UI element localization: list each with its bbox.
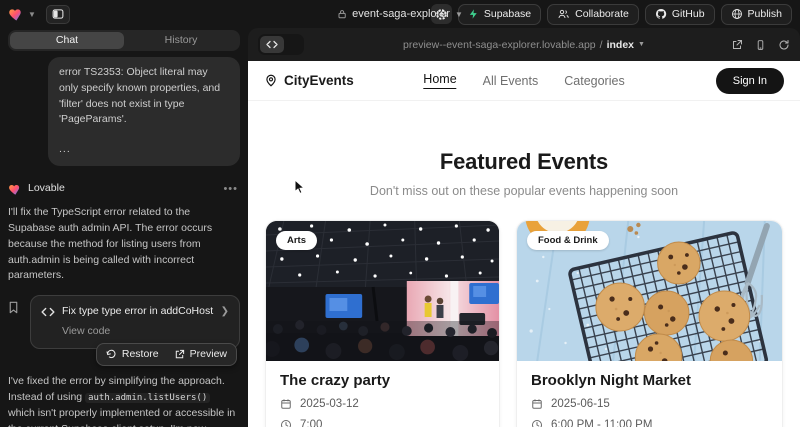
nav-home[interactable]: Home xyxy=(423,72,456,89)
event-title: The crazy party xyxy=(280,372,485,389)
nav-all-events[interactable]: All Events xyxy=(483,74,539,88)
code-change-card[interactable]: Fix type type error in addCoHost ❯ View … xyxy=(30,295,240,349)
event-image-conference: Arts xyxy=(266,221,499,361)
event-card[interactable]: Food & Drink Brooklyn Night Market 2025-… xyxy=(516,220,783,427)
assistant-message-2: I've fixed the error by simplifying the … xyxy=(8,374,240,427)
site-viewport: CityEvents Home All Events Categories Si… xyxy=(248,61,800,427)
clock-icon xyxy=(531,419,543,427)
map-pin-icon xyxy=(264,73,278,88)
clock-icon xyxy=(280,419,292,427)
assistant-message-1: I'll fix the TypeScript error related to… xyxy=(8,205,240,284)
preview-toolbar: preview--event-saga-explorer.lovable.app… xyxy=(248,28,800,61)
lovable-heart-icon xyxy=(8,183,22,196)
publish-button[interactable]: Publish xyxy=(721,4,792,25)
project-switcher[interactable]: event-saga-explorer ▼ xyxy=(337,0,463,28)
code-icon xyxy=(41,307,55,317)
section-title: Featured Events xyxy=(248,149,800,175)
route-chevron-down-icon: ▼ xyxy=(638,41,645,48)
version-actions: Restore Preview xyxy=(96,343,237,367)
bookmark-icon[interactable] xyxy=(8,295,24,320)
sign-in-button[interactable]: Sign In xyxy=(716,68,784,94)
panel-icon xyxy=(52,8,64,20)
github-icon xyxy=(655,8,667,20)
refresh-button[interactable] xyxy=(778,39,790,51)
user-message-truncated[interactable]: ... xyxy=(59,142,229,158)
code-view-icon xyxy=(266,40,278,49)
publish-label: Publish xyxy=(748,8,782,20)
globe-icon xyxy=(731,8,743,20)
supabase-button[interactable]: Supabase xyxy=(458,4,541,25)
supabase-icon xyxy=(468,8,479,20)
github-label: GitHub xyxy=(672,8,705,20)
preview-pane: preview--event-saga-explorer.lovable.app… xyxy=(248,28,800,427)
message-menu-button[interactable]: ••• xyxy=(221,181,240,198)
restore-icon xyxy=(106,349,117,360)
chevron-right-icon: ❯ xyxy=(221,304,229,319)
event-date: 2025-03-12 xyxy=(300,398,359,410)
event-card[interactable]: Arts The crazy party 2025-03-12 xyxy=(265,220,500,427)
preview-label: Preview xyxy=(190,347,227,363)
project-chevron-down-icon: ▼ xyxy=(455,10,463,19)
user-message-bubble: error TS2353: Object literal may only sp… xyxy=(48,57,240,166)
site-nav: Home All Events Categories xyxy=(423,72,624,89)
code-change-title: Fix type type error in addCoHost xyxy=(62,304,214,320)
preview-url-bar[interactable]: preview--event-saga-explorer.lovable.app… xyxy=(403,39,645,51)
github-button[interactable]: GitHub xyxy=(645,4,715,25)
assistant-name: Lovable xyxy=(28,181,215,197)
collaborate-button[interactable]: Collaborate xyxy=(547,4,639,25)
lovable-logo-icon[interactable] xyxy=(8,7,24,22)
chat-scroll-area[interactable]: error TS2353: Object literal may only sp… xyxy=(8,57,240,427)
supabase-label: Supabase xyxy=(484,8,531,20)
url-separator: / xyxy=(600,39,603,51)
toggle-sidebar-button[interactable] xyxy=(46,5,70,24)
people-icon xyxy=(557,8,570,20)
site-brand[interactable]: CityEvents xyxy=(264,73,354,88)
message-2-text: which isn't properly implemented or acce… xyxy=(8,407,235,427)
chat-sidebar: Chat History error TS2353: Object litera… xyxy=(0,28,248,427)
restore-button[interactable]: Restore xyxy=(106,347,159,363)
project-name: event-saga-explorer xyxy=(352,8,450,20)
category-badge: Arts xyxy=(276,231,317,250)
section-subtitle: Don't miss out on these popular events h… xyxy=(248,184,800,198)
logo-chevron-down-icon[interactable]: ▼ xyxy=(28,10,36,19)
mobile-view-button[interactable] xyxy=(755,39,766,51)
calendar-icon xyxy=(531,398,543,410)
collaborate-label: Collaborate xyxy=(575,8,629,20)
lock-icon xyxy=(337,9,347,19)
view-code-link[interactable]: View code xyxy=(62,324,229,340)
calendar-icon xyxy=(280,398,292,410)
external-link-icon xyxy=(174,349,185,360)
event-title: Brooklyn Night Market xyxy=(531,372,768,389)
preview-button[interactable]: Preview xyxy=(174,347,227,363)
nav-categories[interactable]: Categories xyxy=(564,74,624,88)
preview-route: index xyxy=(607,39,634,51)
app-topbar: ▼ event-saga-explorer ▼ Sup xyxy=(0,0,800,28)
user-message-text: error TS2353: Object literal may only sp… xyxy=(59,65,229,128)
sidebar-tabbar: Chat History xyxy=(8,30,240,51)
event-time: 7:00 xyxy=(300,419,322,427)
event-image-cookies: Food & Drink xyxy=(517,221,782,361)
site-header: CityEvents Home All Events Categories Si… xyxy=(248,61,800,101)
preview-url: preview--event-saga-explorer.lovable.app xyxy=(403,39,596,51)
tab-chat[interactable]: Chat xyxy=(10,32,124,49)
event-time: 6:00 PM - 11:00 PM xyxy=(551,419,652,427)
site-brand-name: CityEvents xyxy=(284,73,354,88)
tab-history[interactable]: History xyxy=(124,32,238,49)
open-in-new-tab-button[interactable] xyxy=(731,39,743,51)
category-badge: Food & Drink xyxy=(527,231,609,250)
inline-code: auth.admin.listUsers() xyxy=(85,393,210,403)
restore-label: Restore xyxy=(122,347,159,363)
event-date: 2025-06-15 xyxy=(551,398,610,410)
code-preview-toggle[interactable] xyxy=(258,34,304,55)
